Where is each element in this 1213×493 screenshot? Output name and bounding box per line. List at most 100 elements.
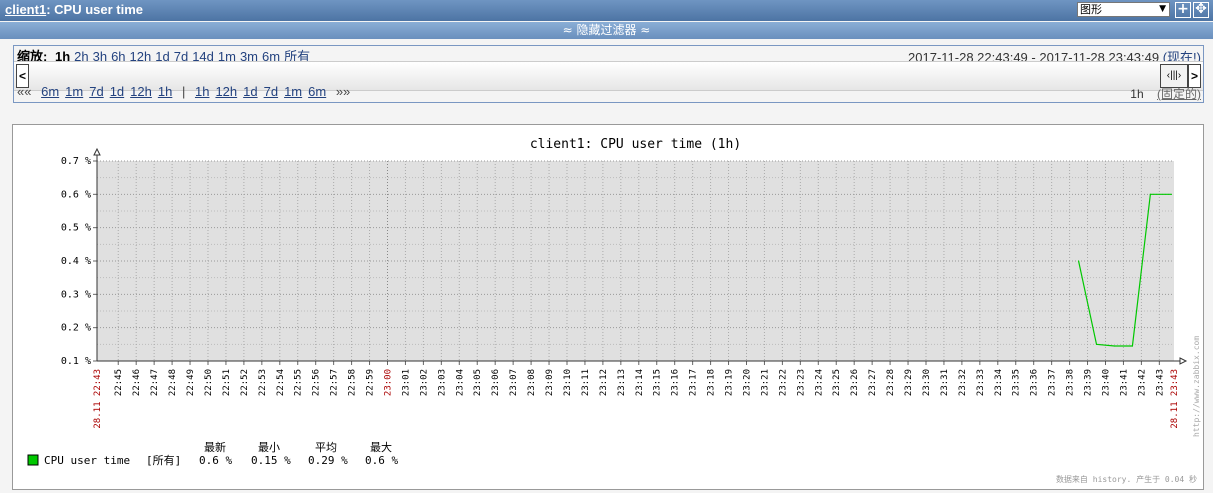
- legend-value: 0.6 %: [365, 454, 398, 467]
- x-tick-label: 23:27: [868, 369, 878, 396]
- x-start-label: 28.11 22:43: [93, 369, 103, 429]
- nav-forward-link-1[interactable]: 12h: [215, 84, 237, 99]
- nav-back-links: 6m 1m 7d 1d 12h 1h: [35, 84, 172, 99]
- data-point-0-2: [1113, 345, 1116, 347]
- x-tick-label: 23:09: [545, 369, 555, 396]
- x-tick-label: 23:02: [419, 369, 429, 396]
- x-tick-label: 22:59: [366, 369, 376, 396]
- title-text: : CPU user time: [46, 2, 143, 17]
- x-tick-label: 23:38: [1066, 369, 1076, 396]
- nav-back-link-0[interactable]: 6m: [41, 84, 59, 99]
- y-tick-label: 0.7 %: [61, 156, 91, 167]
- nav-back-link-4[interactable]: 12h: [130, 84, 152, 99]
- x-tick-label: 23:11: [581, 369, 591, 396]
- filter-toggle[interactable]: ≈ 隐藏过滤器 ≈: [0, 22, 1213, 39]
- period-length-value: 1h: [1130, 87, 1144, 101]
- chart-title: client1: CPU user time (1h): [530, 137, 741, 152]
- nav-forward-link-3[interactable]: 7d: [264, 84, 278, 99]
- nav-back-link-2[interactable]: 7d: [89, 84, 103, 99]
- x-tick-label: 23:34: [994, 369, 1004, 396]
- x-tick-label: 22:54: [276, 369, 286, 396]
- footer-note: 数据来自 history. 产生于 0.04 秒: [1056, 474, 1197, 484]
- legend-header: 平均: [315, 441, 337, 454]
- data-point-0-1: [1095, 343, 1098, 345]
- x-tick-label: 23:26: [850, 369, 860, 396]
- y-tick-label: 0.4 %: [61, 256, 91, 267]
- title-bar: client1: CPU user time 图形 ▼ + ✥: [0, 0, 1213, 21]
- x-tick-label: 22:53: [258, 369, 268, 396]
- x-tick-label: 22:56: [312, 369, 322, 396]
- x-tick-label: 22:58: [348, 369, 358, 396]
- data-point-0-3: [1131, 345, 1134, 347]
- x-tick-label: 23:31: [940, 369, 950, 396]
- nav-back-link-1[interactable]: 1m: [65, 84, 83, 99]
- nav-row: «« 6m 1m 7d 1d 12h 1h | 1h 12h 1d 7d 1m 6m »»: [17, 84, 350, 99]
- nav-separator: |: [181, 84, 186, 99]
- x-tick-label: 23:16: [671, 369, 681, 396]
- legend-value: 0.15 %: [251, 454, 291, 467]
- x-axis-arrow-icon: [1179, 357, 1188, 365]
- y-axis-arrow-icon: [93, 147, 101, 156]
- legend-color-swatch: [27, 454, 39, 466]
- data-point-0-0: [1077, 260, 1080, 262]
- x-tick-label: 22:46: [132, 369, 142, 396]
- x-tick-label: 23:32: [958, 369, 968, 396]
- y-tick-label: 0.3 %: [61, 289, 91, 300]
- y-tick-label: 0.6 %: [61, 189, 91, 200]
- y-tick-label: 0.2 %: [61, 323, 91, 334]
- x-tick-label: 22:49: [186, 369, 196, 396]
- x-tick-label: 23:08: [527, 369, 537, 396]
- x-tick-label: 23:24: [814, 369, 824, 396]
- x-tick-label: 23:29: [904, 369, 914, 396]
- host-link[interactable]: client1: [5, 2, 46, 17]
- x-tick-label: 23:25: [832, 369, 842, 396]
- x-tick-label: 23:18: [707, 369, 717, 396]
- x-tick-label: 22:47: [150, 369, 160, 396]
- chevron-down-icon: ▼: [1159, 4, 1166, 14]
- x-tick-label: 23:13: [617, 369, 627, 396]
- nav-forward-link-5[interactable]: 6m: [308, 84, 326, 99]
- legend-header: 最大: [370, 440, 392, 454]
- graph-panel: client1: CPU user time (1h) 0.7 % 0.6 % 0.5…: [12, 124, 1204, 490]
- x-tick-label: 23:06: [491, 369, 501, 396]
- x-tick-label: 23:07: [509, 369, 519, 396]
- nav-back-link-3[interactable]: 1d: [110, 84, 124, 99]
- x-tick-label: 23:03: [437, 369, 447, 396]
- x-tick-label: 23:05: [473, 369, 483, 396]
- nav-back-link-5[interactable]: 1h: [158, 84, 172, 99]
- zabbix-watermark: http://www.zabbix.com: [1192, 336, 1201, 437]
- view-select[interactable]: 图形 ▼: [1077, 2, 1170, 17]
- x-tick-label: 23:14: [635, 369, 645, 396]
- x-tick-label: 23:28: [886, 369, 896, 396]
- nav-forward-link-0[interactable]: 1h: [195, 84, 209, 99]
- nav-forward-link-4[interactable]: 1m: [284, 84, 302, 99]
- x-tick-label: 23:23: [796, 369, 806, 396]
- data-point-0-5: [1170, 193, 1172, 195]
- x-tick-label: 22:45: [114, 369, 124, 396]
- x-tick-label: 23:30: [922, 369, 932, 396]
- view-select-value: 图形: [1080, 3, 1102, 16]
- legend-value: 0.29 %: [308, 454, 348, 467]
- legend-item-label: CPU user time: [44, 454, 130, 467]
- legend-value: 0.6 %: [199, 454, 232, 467]
- forward-marker: »»: [335, 84, 351, 99]
- legend-header: 最新: [204, 440, 226, 454]
- x-tick-label: 23:00: [383, 369, 393, 396]
- add-to-favorites-icon[interactable]: +: [1175, 2, 1191, 18]
- x-tick-label: 22:55: [294, 369, 304, 396]
- x-tick-label: 23:35: [1012, 369, 1022, 396]
- y-tick-label: 0.1 %: [61, 356, 91, 367]
- x-tick-label: 22:52: [240, 369, 250, 396]
- x-tick-label: 23:37: [1048, 369, 1058, 396]
- fullscreen-icon[interactable]: ✥: [1193, 2, 1209, 18]
- x-tick-label: 22:48: [168, 369, 178, 396]
- data-point-0-4: [1149, 193, 1151, 195]
- x-tick-label: 23:33: [976, 369, 986, 396]
- x-end-label: 28.11 23:43: [1170, 369, 1180, 429]
- fixed-link[interactable]: (固定的): [1157, 87, 1201, 101]
- x-tick-label: 23:22: [778, 369, 788, 396]
- x-tick-label: 23:36: [1030, 369, 1040, 396]
- x-tick-label: 22:57: [330, 369, 340, 396]
- nav-forward-link-2[interactable]: 1d: [243, 84, 257, 99]
- x-tick-label: 23:04: [455, 369, 465, 396]
